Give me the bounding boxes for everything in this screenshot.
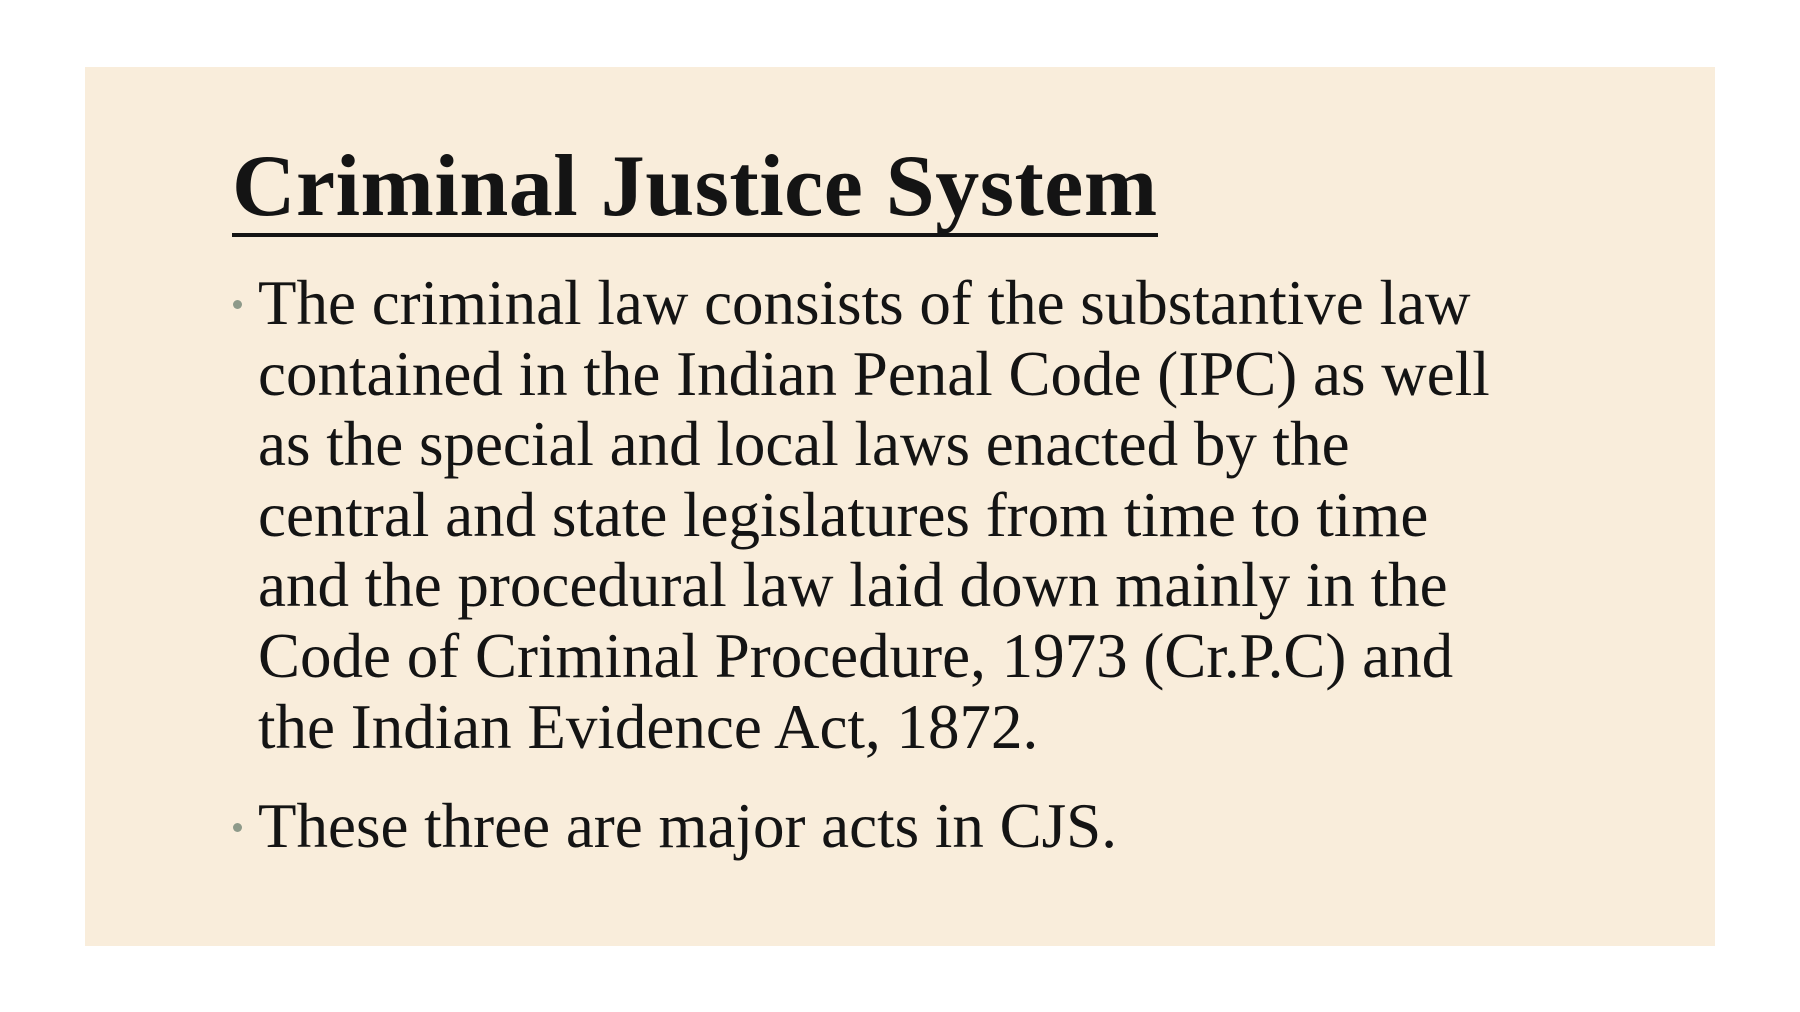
bullet-icon [233, 823, 242, 832]
bullet-1-line-3: as the special and local laws enacted by… [258, 409, 1350, 479]
slide-title: Criminal Justice System [232, 138, 1158, 237]
bullet-1-line-2: contained in the Indian Penal Code (IPC)… [258, 339, 1490, 409]
bullet-1-line-4: central and state legislatures from time… [258, 480, 1429, 550]
bullet-1-line-5: and the procedural law laid down mainly … [258, 550, 1448, 620]
bullet-1-line-1: The criminal law consists of the substan… [258, 268, 1471, 338]
slide: Criminal Justice System The criminal law… [85, 67, 1715, 946]
bullet-icon [233, 300, 242, 309]
bullet-1-line-6: Code of Criminal Procedure, 1973 (Cr.P.C… [258, 621, 1454, 691]
bullet-1-line-7: the Indian Evidence Act, 1872. [258, 692, 1039, 762]
bullet-2-line-1: These three are major acts in CJS. [258, 791, 1117, 861]
